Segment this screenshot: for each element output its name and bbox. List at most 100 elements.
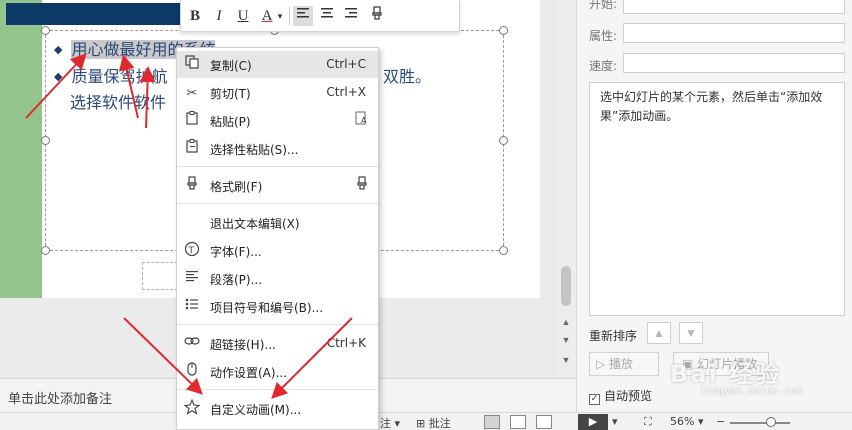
bold-button[interactable]: B xyxy=(185,6,205,26)
slide-sorter-button[interactable] xyxy=(510,415,526,429)
resize-handle[interactable] xyxy=(41,26,50,35)
reorder-label: 重新排序 xyxy=(589,329,638,343)
scroll-up-icon[interactable]: ▲ xyxy=(560,316,572,328)
menu-separator xyxy=(177,203,378,204)
menu-item-shortcut: Ctrl+K xyxy=(326,336,366,350)
move-down-button[interactable]: ▼ xyxy=(679,322,703,344)
paste-text-only-icon[interactable]: A xyxy=(352,111,372,131)
slide-green-bar xyxy=(0,0,42,298)
property-label: 属性: xyxy=(589,29,618,43)
font-color-dropdown-icon[interactable]: ▾ xyxy=(275,6,285,26)
underline-button[interactable]: U xyxy=(233,6,253,26)
auto-preview-checkbox[interactable]: ✓ 自动预览 xyxy=(589,387,652,405)
menu-item-format-painter[interactable]: 格式刷(F) xyxy=(177,172,378,199)
font-icon: T xyxy=(182,241,202,261)
bullets-icon xyxy=(182,297,202,317)
notes-placeholder[interactable]: 单击此处添加备注 xyxy=(8,388,112,407)
play-dropdown-icon[interactable]: ▾ xyxy=(612,415,618,428)
comments-toggle[interactable]: ⊞ 批注 xyxy=(416,415,451,430)
speed-label: 速度: xyxy=(589,59,618,73)
arrow-up-icon: ▲ xyxy=(653,326,665,340)
menu-item-label: 选择性粘贴(S)... xyxy=(210,143,299,157)
zoom-level[interactable]: 56% xyxy=(670,415,694,428)
menu-item-action-settings[interactable]: 动作设置(A)... xyxy=(177,358,378,385)
play-icon: ▷ xyxy=(596,357,610,371)
zoom-out-icon[interactable]: − xyxy=(716,415,725,428)
watermark-logo: Bai 经验 xyxy=(670,360,782,388)
resize-handle[interactable] xyxy=(499,26,508,35)
menu-item-label: 项目符号和编号(B)... xyxy=(210,301,324,315)
resize-handle[interactable] xyxy=(41,136,50,145)
format-painter-icon[interactable] xyxy=(352,176,372,196)
menu-separator xyxy=(177,324,378,325)
menu-item-paragraph[interactable]: 段落(P)... xyxy=(177,265,378,292)
align-center-icon[interactable] xyxy=(317,6,337,26)
menu-item-label: 格式刷(F) xyxy=(210,180,263,194)
property-select[interactable] xyxy=(623,23,845,43)
add-comment-icon: ⊞ xyxy=(416,417,429,430)
paste-special-icon xyxy=(182,139,202,159)
menu-separator xyxy=(177,389,378,390)
speed-select[interactable] xyxy=(623,53,845,73)
animation-hint-text: 选中幻灯片的某个元素，然后单击“添加效果”添加动画。 xyxy=(600,90,823,123)
paragraph-icon xyxy=(182,269,202,289)
play-icon: ▶ xyxy=(588,416,598,428)
paste-icon xyxy=(182,111,202,131)
menu-item-copy[interactable]: 复制(C) Ctrl+C xyxy=(177,51,378,78)
menu-item-cut[interactable]: ✂ 剪切(T) Ctrl+X xyxy=(177,79,378,106)
cut-icon: ✂ xyxy=(186,85,198,100)
reading-view-button[interactable] xyxy=(536,415,552,429)
start-select[interactable] xyxy=(623,0,845,14)
resize-handle[interactable] xyxy=(499,246,508,255)
line-2-tail: 双胜。 xyxy=(383,67,432,86)
zoom-dropdown-icon[interactable]: ▾ xyxy=(698,415,704,428)
zoom-slider[interactable] xyxy=(730,422,790,424)
vertical-scrollbar[interactable]: ▲ ▼ ▼ xyxy=(556,0,576,375)
menu-item-bullets[interactable]: 项目符号和编号(B)... xyxy=(177,293,378,320)
menu-item-shortcut: Ctrl+X xyxy=(326,85,366,99)
bullet-line-2[interactable]: ◆ 质量保驾护航 xyxy=(54,63,167,87)
format-painter-icon xyxy=(182,176,202,196)
align-left-icon[interactable] xyxy=(293,6,313,26)
line-3-text: 选择软件软件 xyxy=(70,93,167,112)
move-up-button[interactable]: ▲ xyxy=(647,322,671,344)
context-menu: 复制(C) Ctrl+C ✂ 剪切(T) Ctrl+X 粘贴(P) A 选择性粘… xyxy=(176,47,379,430)
svg-text:A: A xyxy=(361,116,367,125)
play-label: 播放 xyxy=(609,357,634,371)
italic-button[interactable]: I xyxy=(209,6,229,26)
hyperlink-icon xyxy=(182,334,202,354)
resize-handle[interactable] xyxy=(41,246,50,255)
menu-item-paste-special[interactable]: 选择性粘贴(S)... xyxy=(177,135,378,162)
menu-item-label: 粘贴(P) xyxy=(210,115,251,129)
menu-item-paste[interactable]: 粘贴(P) A xyxy=(177,107,378,134)
zoom-slider-knob[interactable] xyxy=(766,417,776,427)
font-color-button[interactable]: A xyxy=(257,6,277,26)
notes-toggle[interactable]: 注 ▾ xyxy=(380,415,400,430)
diamond-bullet-icon: ◆ xyxy=(54,70,63,83)
animation-list[interactable]: 选中幻灯片的某个元素，然后单击“添加效果”添加动画。 xyxy=(589,82,845,316)
svg-text:T: T xyxy=(188,246,195,256)
custom-animation-icon xyxy=(182,398,202,419)
menu-item-font[interactable]: T 字体(F)... xyxy=(177,237,378,264)
scroll-double-down-icon[interactable]: ▼ xyxy=(560,354,572,366)
menu-item-shortcut: Ctrl+C xyxy=(326,57,366,71)
play-button[interactable]: ▷ 播放 xyxy=(589,352,659,376)
menu-item-hyperlink[interactable]: 超链接(H)... Ctrl+K xyxy=(177,330,378,357)
align-right-icon[interactable] xyxy=(341,6,361,26)
scroll-down-icon[interactable]: ▼ xyxy=(560,334,572,346)
comments-label: 批注 xyxy=(428,417,451,430)
start-label: 开始: xyxy=(589,0,618,11)
menu-item-exit-text-edit[interactable]: 退出文本编辑(X) xyxy=(177,209,378,236)
empty-placeholder[interactable] xyxy=(142,262,178,290)
resize-handle[interactable] xyxy=(499,136,508,145)
scrollbar-thumb[interactable] xyxy=(561,266,571,306)
fit-window-icon[interactable]: ⛶ xyxy=(644,415,652,429)
format-painter-icon[interactable] xyxy=(367,6,387,26)
normal-view-button[interactable] xyxy=(484,415,500,429)
menu-item-label: 字体(F)... xyxy=(210,245,262,259)
play-slideshow-button[interactable]: ▶ xyxy=(578,414,608,430)
menu-item-label: 段落(P)... xyxy=(210,273,263,287)
checkbox-checked-icon[interactable]: ✓ xyxy=(589,394,600,405)
action-icon xyxy=(182,362,202,382)
menu-item-custom-animation[interactable]: 自定义动画(M)... xyxy=(177,395,378,422)
